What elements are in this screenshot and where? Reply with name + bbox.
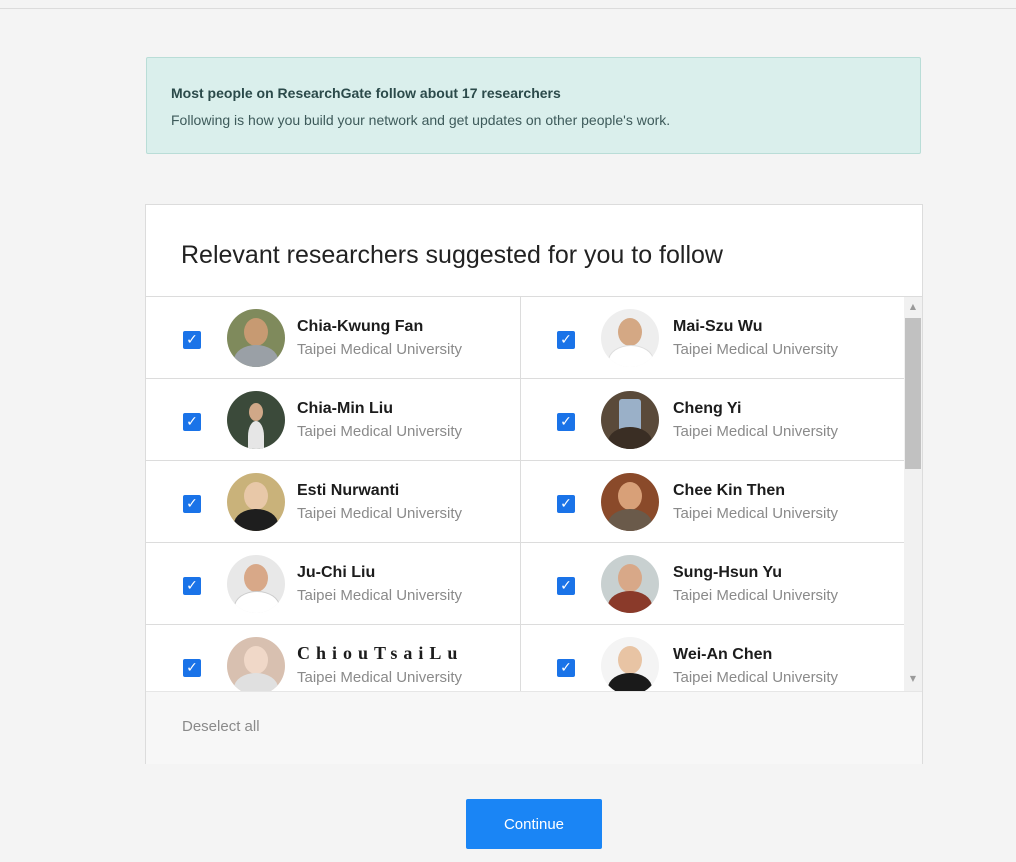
check-icon: ✓ — [186, 414, 198, 430]
check-icon: ✓ — [560, 578, 572, 594]
card-footer: Deselect all — [146, 691, 922, 764]
check-icon: ✓ — [186, 332, 198, 348]
researcher-affiliation: Taipei Medical University — [673, 505, 839, 522]
researcher-name[interactable]: Mai-Szu Wu — [673, 318, 762, 336]
researcher-item[interactable]: ✓ Cheng Yi Taipei Medical University — [521, 379, 904, 461]
top-divider — [0, 8, 1016, 9]
checkbox-researcher[interactable]: ✓ — [557, 413, 575, 431]
avatar[interactable] — [227, 555, 285, 613]
arrow-down-icon[interactable]: ▼ — [904, 671, 922, 687]
avatar[interactable] — [601, 473, 659, 531]
check-icon: ✓ — [560, 414, 572, 430]
researcher-item[interactable]: ✓ Wei-An Chen Taipei Medical University — [521, 625, 904, 691]
researcher-name[interactable]: Ju-Chi Liu — [297, 564, 375, 582]
checkbox-researcher[interactable]: ✓ — [557, 659, 575, 677]
researcher-name[interactable]: Cheng Yi — [673, 400, 741, 418]
avatar[interactable] — [601, 555, 659, 613]
info-banner: Most people on ResearchGate follow about… — [146, 57, 921, 154]
banner-text: Following is how you build your network … — [171, 112, 671, 128]
researcher-item[interactable]: ✓ Ju-Chi Liu Taipei Medical University — [146, 543, 521, 625]
researcher-affiliation: Taipei Medical University — [297, 423, 463, 440]
researcher-name[interactable]: Chia-Min Liu — [297, 400, 393, 418]
avatar[interactable] — [601, 309, 659, 367]
researcher-affiliation: Taipei Medical University — [297, 505, 463, 522]
researcher-affiliation: Taipei Medical University — [297, 669, 463, 686]
checkbox-researcher[interactable]: ✓ — [183, 331, 201, 349]
card-title: Relevant researchers suggested for you t… — [181, 241, 723, 269]
researcher-affiliation: Taipei Medical University — [297, 341, 463, 358]
avatar[interactable] — [227, 309, 285, 367]
arrow-up-icon[interactable]: ▲ — [904, 299, 922, 315]
researcher-item[interactable]: ✓ Sung-Hsun Yu Taipei Medical University — [521, 543, 904, 625]
researcher-name[interactable]: Chee Kin Then — [673, 482, 785, 500]
check-icon: ✓ — [560, 660, 572, 676]
researcher-name[interactable]: ChiouTsaiLu — [297, 644, 463, 662]
avatar[interactable] — [601, 637, 659, 691]
check-icon: ✓ — [186, 660, 198, 676]
researcher-grid: ✓ Chia-Kwung Fan Taipei Medical Universi… — [146, 297, 904, 691]
researcher-name[interactable]: Chia-Kwung Fan — [297, 318, 423, 336]
researcher-affiliation: Taipei Medical University — [673, 669, 839, 686]
researcher-item[interactable]: ✓ Chia-Kwung Fan Taipei Medical Universi… — [146, 297, 521, 379]
researcher-name[interactable]: Sung-Hsun Yu — [673, 564, 782, 582]
suggestions-card: Relevant researchers suggested for you t… — [145, 204, 923, 764]
check-icon: ✓ — [186, 578, 198, 594]
avatar[interactable] — [601, 391, 659, 449]
avatar[interactable] — [227, 391, 285, 449]
banner-title: Most people on ResearchGate follow about… — [171, 85, 561, 101]
check-icon: ✓ — [560, 332, 572, 348]
deselect-all-button[interactable]: Deselect all — [182, 718, 260, 736]
checkbox-researcher[interactable]: ✓ — [557, 577, 575, 595]
researcher-item[interactable]: ✓ Chee Kin Then Taipei Medical Universit… — [521, 461, 904, 543]
checkbox-researcher[interactable]: ✓ — [183, 413, 201, 431]
list-scrollbar[interactable]: ▲ ▼ — [904, 297, 922, 691]
checkbox-researcher[interactable]: ✓ — [557, 331, 575, 349]
researcher-name[interactable]: Wei-An Chen — [673, 646, 772, 664]
checkbox-researcher[interactable]: ✓ — [183, 577, 201, 595]
avatar[interactable] — [227, 473, 285, 531]
checkbox-researcher[interactable]: ✓ — [183, 495, 201, 513]
checkbox-researcher[interactable]: ✓ — [557, 495, 575, 513]
continue-button[interactable]: Continue — [466, 799, 602, 849]
researcher-item[interactable]: ✓ Mai-Szu Wu Taipei Medical University — [521, 297, 904, 379]
researcher-affiliation: Taipei Medical University — [673, 341, 839, 358]
researcher-name[interactable]: Esti Nurwanti — [297, 482, 399, 500]
checkbox-researcher[interactable]: ✓ — [183, 659, 201, 677]
researcher-affiliation: Taipei Medical University — [673, 587, 839, 604]
researcher-list[interactable]: ✓ Chia-Kwung Fan Taipei Medical Universi… — [146, 296, 922, 691]
avatar[interactable] — [227, 637, 285, 691]
researcher-affiliation: Taipei Medical University — [297, 587, 463, 604]
researcher-item[interactable]: ✓ Esti Nurwanti Taipei Medical Universit… — [146, 461, 521, 543]
check-icon: ✓ — [186, 496, 198, 512]
researcher-item[interactable]: ✓ ChiouTsaiLu Taipei Medical University — [146, 625, 521, 691]
check-icon: ✓ — [560, 496, 572, 512]
researcher-item[interactable]: ✓ Chia-Min Liu Taipei Medical University — [146, 379, 521, 461]
scrollbar-thumb[interactable] — [905, 318, 921, 469]
researcher-affiliation: Taipei Medical University — [673, 423, 839, 440]
